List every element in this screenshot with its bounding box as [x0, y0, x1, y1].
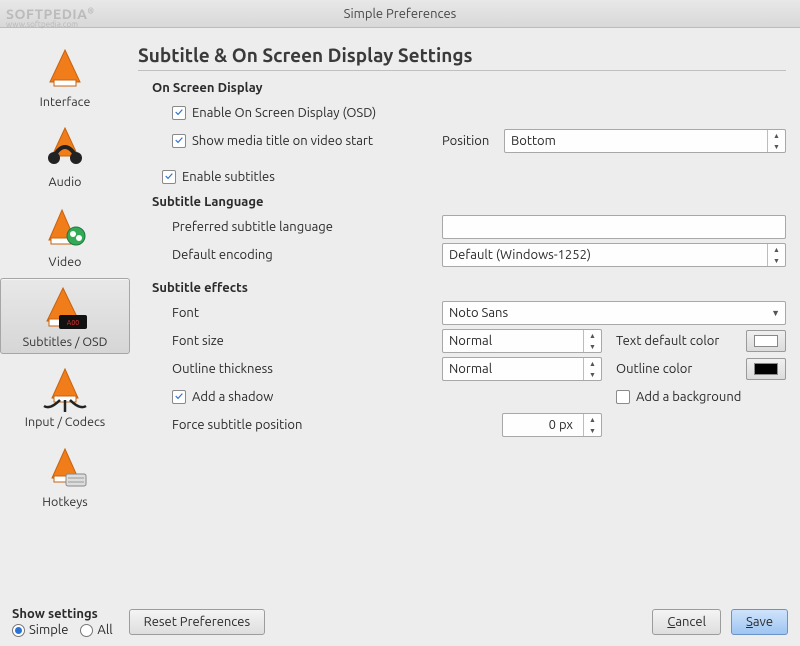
sidebar-item-hotkeys[interactable]: Hotkeys — [0, 438, 130, 514]
checkbox-label: Enable subtitles — [182, 170, 275, 184]
force-position-spinbox[interactable]: 0 px ▲▼ — [502, 413, 602, 437]
window-titlebar: Simple Preferences — [0, 0, 800, 28]
checkbox-show-media-title[interactable]: Show media title on video start — [172, 134, 442, 148]
position-label: Position — [442, 134, 504, 148]
section-subtitle-language: Subtitle Language — [152, 195, 786, 209]
section-osd: On Screen Display — [152, 81, 786, 95]
sidebar-item-subtitles-osd[interactable]: A00 Subtitles / OSD — [0, 278, 130, 354]
watermark: SOFTPEDIA® www.softpedia.com — [6, 6, 94, 29]
check-icon — [172, 134, 186, 148]
chevron-down-icon: ▼ — [771, 308, 780, 318]
footer-bar: Show settings Simple All Reset Preferenc… — [0, 598, 800, 646]
fontsize-select[interactable]: Normal ▲▼ — [442, 329, 602, 353]
text-color-button[interactable] — [746, 330, 786, 352]
hotkeys-icon — [37, 445, 93, 493]
default-encoding-label: Default encoding — [172, 248, 442, 262]
select-value: Normal — [449, 334, 492, 348]
radio-label: Simple — [29, 623, 68, 637]
page-title: Subtitle & On Screen Display Settings — [138, 44, 786, 66]
checkbox-label: Show media title on video start — [192, 134, 373, 148]
spin-buttons[interactable]: ▲▼ — [583, 414, 601, 436]
text-color-label: Text default color — [616, 334, 746, 348]
checkbox-enable-osd[interactable]: Enable On Screen Display (OSD) — [172, 106, 376, 120]
svg-text:A00: A00 — [67, 319, 79, 327]
input-codecs-icon — [37, 365, 93, 413]
font-select[interactable]: Noto Sans ▼ — [442, 301, 786, 325]
divider — [138, 70, 786, 71]
checkbox-label: Enable On Screen Display (OSD) — [192, 106, 376, 120]
outline-color-button[interactable] — [746, 358, 786, 380]
cancel-button[interactable]: Cancel — [652, 609, 721, 635]
section-subtitle-effects: Subtitle effects — [152, 281, 786, 295]
sidebar-item-label: Subtitles / OSD — [23, 335, 108, 349]
video-icon — [37, 205, 93, 253]
font-label: Font — [172, 306, 442, 320]
outline-thickness-select[interactable]: Normal ▲▼ — [442, 357, 602, 381]
sidebar-item-input-codecs[interactable]: Input / Codecs — [0, 358, 130, 434]
show-settings-label: Show settings — [12, 607, 113, 621]
position-select[interactable]: Bottom ▲▼ — [504, 129, 786, 153]
fontsize-label: Font size — [172, 334, 442, 348]
outline-color-label: Outline color — [616, 362, 746, 376]
checkbox-label: Add a shadow — [192, 390, 273, 404]
category-sidebar: Interface Audio Video A00 Subtitles / OS… — [0, 28, 130, 598]
check-icon — [616, 390, 630, 404]
interface-icon — [37, 45, 93, 93]
radio-all[interactable]: All — [80, 623, 112, 637]
spin-buttons[interactable]: ▲▼ — [583, 330, 601, 352]
checkbox-add-background[interactable]: Add a background — [616, 390, 741, 404]
select-value: Normal — [449, 362, 492, 376]
checkbox-label: Add a background — [636, 390, 741, 404]
checkbox-enable-subtitles[interactable]: Enable subtitles — [162, 170, 275, 184]
subtitles-icon: A00 — [37, 285, 93, 333]
default-encoding-select[interactable]: Default (Windows-1252) ▲▼ — [442, 243, 786, 267]
save-button[interactable]: Save — [731, 609, 788, 635]
outline-thickness-label: Outline thickness — [172, 362, 442, 376]
select-value: Noto Sans — [449, 306, 508, 320]
select-value: Default (Windows-1252) — [449, 248, 591, 262]
sidebar-item-label: Interface — [40, 95, 91, 109]
main-panel: Subtitle & On Screen Display Settings On… — [130, 28, 800, 598]
spin-buttons[interactable]: ▲▼ — [767, 244, 785, 266]
preferred-language-label: Preferred subtitle language — [172, 220, 442, 234]
sidebar-item-audio[interactable]: Audio — [0, 118, 130, 194]
sidebar-item-interface[interactable]: Interface — [0, 38, 130, 114]
check-icon — [162, 170, 176, 184]
checkbox-add-shadow[interactable]: Add a shadow — [172, 390, 442, 404]
radio-icon — [12, 624, 25, 637]
force-position-label: Force subtitle position — [172, 418, 442, 432]
check-icon — [172, 390, 186, 404]
radio-label: All — [97, 623, 112, 637]
sidebar-item-label: Audio — [49, 175, 82, 189]
reset-preferences-button[interactable]: Reset Preferences — [129, 609, 265, 635]
radio-simple[interactable]: Simple — [12, 623, 68, 637]
spin-buttons[interactable]: ▲▼ — [767, 130, 785, 152]
window-title: Simple Preferences — [344, 7, 457, 21]
check-icon — [172, 106, 186, 120]
sidebar-item-label: Video — [49, 255, 82, 269]
audio-icon — [37, 125, 93, 173]
spin-buttons[interactable]: ▲▼ — [583, 358, 601, 380]
sidebar-item-label: Hotkeys — [42, 495, 87, 509]
select-value: Bottom — [511, 134, 556, 148]
sidebar-item-label: Input / Codecs — [25, 415, 105, 429]
radio-icon — [80, 624, 93, 637]
preferred-language-input[interactable] — [442, 215, 786, 239]
sidebar-item-video[interactable]: Video — [0, 198, 130, 274]
